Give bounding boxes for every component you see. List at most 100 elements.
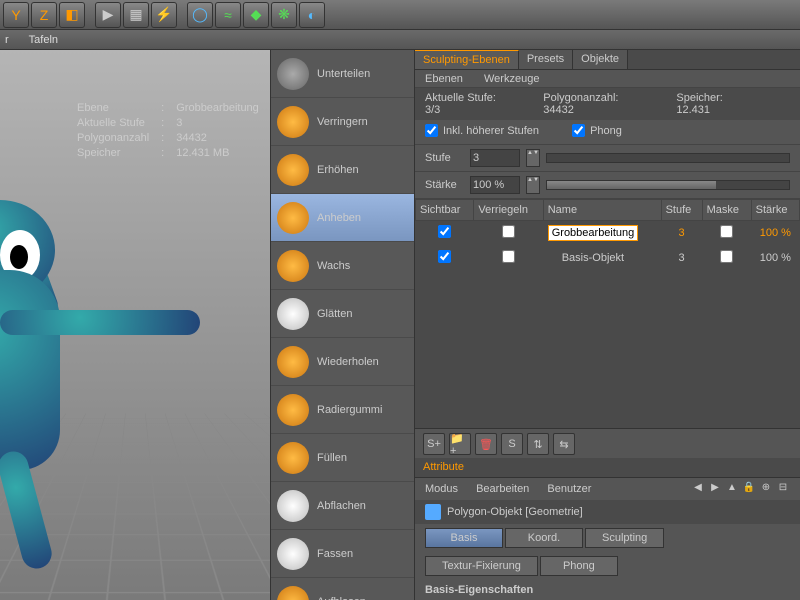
attribute-menu: Modus Bearbeiten Benutzer ◀ ▶ ▲ 🔒 ⊕ ⊟ (415, 478, 800, 500)
visible-checkbox[interactable] (438, 225, 451, 238)
sculpt-tool-palette: Unterteilen VerringernErhöhen Anheben Wachs… (270, 50, 415, 600)
checkbox-inkl-stufen[interactable]: Inkl. höherer Stufen (425, 124, 539, 137)
menu-modus[interactable]: Modus (425, 483, 458, 495)
tool-icon (277, 346, 309, 378)
tool-icon (277, 154, 309, 186)
tool-label: Füllen (317, 452, 347, 464)
input-staerke[interactable]: 100 % (470, 176, 520, 194)
lock-checkbox[interactable] (502, 225, 515, 238)
nav-up-icon[interactable]: ▲ (725, 482, 739, 496)
3d-viewport[interactable]: Ebene:Grobbearbeitung Aktuelle Stufe:3 P… (0, 50, 270, 600)
layer-name-edit[interactable]: Grobbearbeitung (548, 225, 639, 241)
col-maske[interactable]: Maske (702, 200, 751, 221)
lock-checkbox[interactable] (502, 250, 515, 263)
tool-aufblasen[interactable]: Aufblasen (271, 578, 414, 600)
tool-radiergummi[interactable]: Radiergummi (271, 386, 414, 434)
cell-stufe: 3 (661, 221, 702, 246)
record-button[interactable]: ▦ (123, 2, 149, 28)
tab-presets[interactable]: Presets (519, 50, 573, 69)
nav-back-icon[interactable]: ◀ (691, 482, 705, 496)
menu-item[interactable]: Tafeln (29, 34, 58, 46)
cell-staerke: 100 % (751, 246, 799, 271)
submenu-ebenen[interactable]: Ebenen (425, 73, 463, 85)
menu-benutzer[interactable]: Benutzer (547, 483, 591, 495)
tool-anheben[interactable]: Anheben (271, 194, 414, 242)
tool-icon (277, 250, 309, 282)
tool-icon (277, 442, 309, 474)
status-line: Aktuelle Stufe: 3/3 Polygonanzahl: 34432… (415, 88, 800, 120)
tool-icon (277, 538, 309, 570)
submenu-werkzeuge[interactable]: Werkzeuge (484, 73, 539, 85)
tool-label: Wiederholen (317, 356, 379, 368)
mirror-button[interactable]: ⇆ (553, 433, 575, 455)
lock-icon[interactable]: 🔒 (742, 482, 756, 496)
attr-tab-textur[interactable]: Textur-Fixierung (425, 556, 538, 576)
delete-button[interactable]: 🗑 (475, 433, 497, 455)
tool-verringern[interactable]: Verringern (271, 98, 414, 146)
mask-checkbox[interactable] (720, 250, 733, 263)
attr-tab-basis[interactable]: Basis (425, 528, 503, 548)
panel-tabs: Sculpting-Ebenen Presets Objekte (415, 50, 800, 70)
attr-tab-phong[interactable]: Phong (540, 556, 618, 576)
link-icon[interactable]: ⊕ (759, 482, 773, 496)
input-stufe[interactable]: 3 (470, 149, 520, 167)
stepper-stufe[interactable]: ▲▼ (526, 149, 540, 167)
table-row[interactable]: Basis-Objekt 3 100 % (416, 246, 800, 271)
slider-staerke[interactable] (546, 180, 790, 190)
mask-checkbox[interactable] (720, 225, 733, 238)
tool-abflachen[interactable]: Abflachen (271, 482, 414, 530)
menu-bearbeiten[interactable]: Bearbeiten (476, 483, 529, 495)
stepper-staerke[interactable]: ▲▼ (526, 176, 540, 194)
generator-button[interactable]: ◆ (243, 2, 269, 28)
table-row[interactable]: Grobbearbeitung 3 100 % (416, 221, 800, 246)
axis-y-button[interactable]: Y (3, 2, 29, 28)
tool-glätten[interactable]: Glätten (271, 290, 414, 338)
col-verriegeln[interactable]: Verriegeln (474, 200, 543, 221)
spline-button[interactable]: ≈ (215, 2, 241, 28)
tab-objekte[interactable]: Objekte (573, 50, 628, 69)
tool-erhöhen[interactable]: Erhöhen (271, 146, 414, 194)
col-stufe[interactable]: Stufe (661, 200, 702, 221)
environment-button[interactable]: ◐ (299, 2, 325, 28)
add-folder-button[interactable]: 📁+ (449, 433, 471, 455)
tool-fassen[interactable]: Fassen (271, 530, 414, 578)
properties-panel: Sculpting-Ebenen Presets Objekte Ebenen … (415, 50, 800, 600)
tool-label: Fassen (317, 548, 353, 560)
tab-attribute[interactable]: Attribute (415, 458, 800, 478)
axis-z-button[interactable]: Z (31, 2, 57, 28)
menu-bar: r Tafeln (0, 30, 800, 50)
main-toolbar: Y Z ◧ ▶ ▦ ⚡ ◯ ≈ ◆ ❋ ◐ (0, 0, 800, 30)
primitive-button[interactable]: ◯ (187, 2, 213, 28)
label-staerke: Stärke (425, 179, 470, 191)
layer-button[interactable]: S (501, 433, 523, 455)
tool-icon (277, 586, 309, 600)
tool-wiederholen[interactable]: Wiederholen (271, 338, 414, 386)
tool-unterteilen[interactable]: Unterteilen (271, 50, 414, 98)
col-name[interactable]: Name (543, 200, 661, 221)
play-button[interactable]: ▶ (95, 2, 121, 28)
attr-tab-koord[interactable]: Koord. (505, 528, 583, 548)
add-layer-button[interactable]: S+ (423, 433, 445, 455)
menu-icon[interactable]: ⊟ (776, 482, 790, 496)
layer-name[interactable]: Basis-Objekt (543, 246, 661, 271)
visible-checkbox[interactable] (438, 250, 451, 263)
viewport-hud: Ebene:Grobbearbeitung Aktuelle Stufe:3 P… (70, 100, 266, 162)
tool-label: Anheben (317, 212, 361, 224)
attr-tab-sculpting[interactable]: Sculpting (585, 528, 664, 548)
toolbar-button[interactable]: ◧ (59, 2, 85, 28)
cell-staerke: 100 % (751, 221, 799, 246)
nav-fwd-icon[interactable]: ▶ (708, 482, 722, 496)
menu-item[interactable]: r (5, 34, 9, 46)
col-sichtbar[interactable]: Sichtbar (416, 200, 474, 221)
cell-stufe: 3 (661, 246, 702, 271)
action-button[interactable]: ⚡ (151, 2, 177, 28)
merge-button[interactable]: ⇅ (527, 433, 549, 455)
slider-stufe[interactable] (546, 153, 790, 163)
tool-wachs[interactable]: Wachs (271, 242, 414, 290)
checkbox-phong[interactable]: Phong (572, 124, 622, 137)
tool-label: Unterteilen (317, 68, 370, 80)
col-staerke[interactable]: Stärke (751, 200, 799, 221)
deformer-button[interactable]: ❋ (271, 2, 297, 28)
tool-füllen[interactable]: Füllen (271, 434, 414, 482)
tab-sculpting-ebenen[interactable]: Sculpting-Ebenen (415, 50, 519, 69)
